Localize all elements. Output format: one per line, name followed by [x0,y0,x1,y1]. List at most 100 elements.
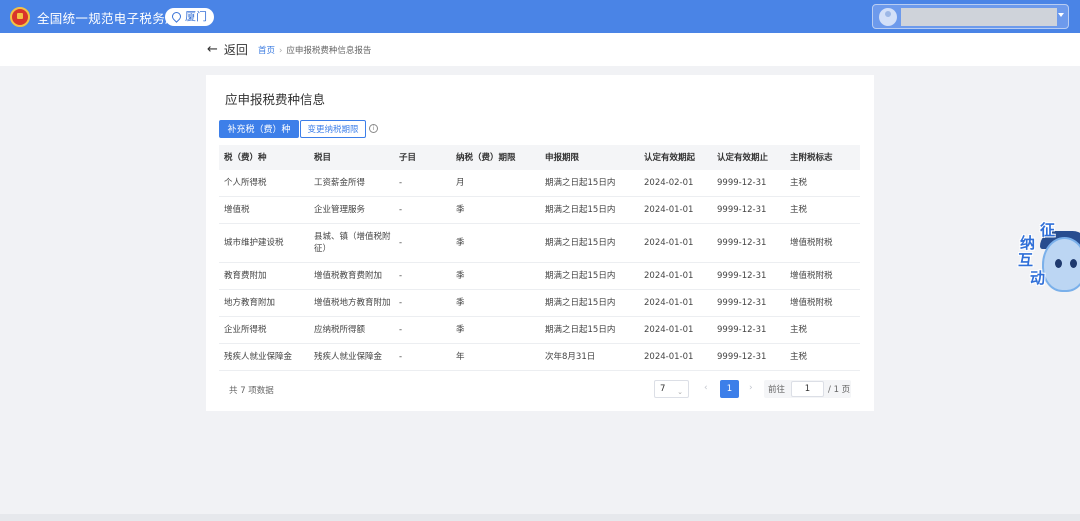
table-row: 教育费附加 增值税教育费附加 - 季 期满之日起15日内 2024-01-01 … [219,263,860,290]
table-cell: 企业所得税 [224,325,267,335]
table-cell: - [399,352,403,362]
table-cell: - [399,205,403,215]
table-row: 地方教育附加 增值税地方教育附加 - 季 期满之日起15日内 2024-01-0… [219,290,860,317]
table-cell: 9999-12-31 [717,238,767,248]
user-menu[interactable] [872,4,1069,29]
user-name-redacted [901,8,1057,26]
table-cell: 季 [456,205,465,215]
table-cell: 增值税附税 [790,238,833,248]
mascot-eye [1070,259,1077,268]
caret-down-icon [1058,13,1064,17]
table-cell: - [399,238,403,248]
table-cell: - [399,298,403,308]
table-cell: - [399,325,403,335]
table-cell: 增值税 [224,205,250,215]
table-cell: 城市维护建设税 [224,238,284,248]
city-selector[interactable]: 厦门 [165,8,214,26]
table-cell: 2024-01-01 [644,238,694,248]
interaction-mascot-widget[interactable]: 征 纳 互 动 [1010,215,1080,295]
table-cell: 残疾人就业保障金 [314,352,383,362]
table-cell: 工资薪金所得 [314,178,366,188]
column-header: 认定有效期止 [717,152,769,163]
column-header: 子目 [399,152,417,163]
column-header: 认定有效期起 [644,152,696,163]
mascot-char: 征 [1040,221,1056,239]
table-cell: 2024-01-01 [644,205,694,215]
table-cell: 教育费附加 [224,271,267,281]
bottom-strip [0,514,1080,521]
supplement-tax-button[interactable]: 补充税（费）种 [219,120,299,138]
table-cell: 季 [456,298,465,308]
table-cell: 地方教育附加 [224,298,276,308]
breadcrumb: 首页 › 应申报税费种信息报告 [258,44,371,56]
table-cell: 主税 [790,352,808,362]
change-period-button[interactable]: 变更纳税期限 [300,120,366,138]
table-cell: 季 [456,271,465,281]
table-cell: 9999-12-31 [717,205,767,215]
table-cell: 个人所得税 [224,178,267,188]
table-cell: 增值税教育费附加 [314,271,383,281]
table-cell: 9999-12-31 [717,298,767,308]
goto-page: 前往 1 / 1 页 [764,380,851,398]
next-page-button[interactable]: › [749,383,753,393]
page-number-current[interactable]: 1 [720,380,739,398]
tax-emblem-icon [10,7,30,27]
back-button[interactable]: ← 返回 [207,41,248,58]
breadcrumb-home[interactable]: 首页 [258,46,275,56]
column-header: 税（费）种 [224,152,267,163]
breadcrumb-separator: › [279,46,283,56]
tax-info-card: 应申报税费种信息 补充税（费）种 变更纳税期限 i 税（费）种 税目 子目 纳税… [206,75,874,411]
table-row: 增值税 企业管理服务 - 季 期满之日起15日内 2024-01-01 9999… [219,197,860,224]
total-pages: / 1 页 [828,385,851,395]
column-header: 纳税（费）期限 [456,152,516,163]
mascot-char: 动 [1030,269,1046,287]
site-brand: 全国统一规范电子税务局 [37,11,178,26]
table-cell: 主税 [790,178,808,188]
goto-label: 前往 [768,385,786,395]
table-cell: 期满之日起15日内 [545,325,616,335]
table-cell: 季 [456,325,465,335]
table-cell: 2024-01-01 [644,352,694,362]
table-cell: 次年8月31日 [545,352,596,362]
total-count: 共 7 项数据 [229,386,274,396]
table-row: 个人所得税 工资薪金所得 - 月 期满之日起15日内 2024-02-01 99… [219,170,860,197]
table-cell: 9999-12-31 [717,352,767,362]
table-row: 企业所得税 应纳税所得额 - 季 期满之日起15日内 2024-01-01 99… [219,317,860,344]
tax-table: 税（费）种 税目 子目 纳税（费）期限 申报期限 认定有效期起 认定有效期止 主… [219,145,860,371]
table-cell: 9999-12-31 [717,178,767,188]
page-size-select[interactable]: 7 ⌄ [654,380,689,398]
table-cell: 月 [456,178,465,188]
chevron-down-icon: ⌄ [677,388,683,396]
sub-header: ← 返回 首页 › 应申报税费种信息报告 [0,33,1080,66]
info-icon[interactable]: i [369,124,378,133]
table-cell: 2024-02-01 [644,178,694,188]
table-cell: 应纳税所得额 [314,325,366,335]
table-cell: 期满之日起15日内 [545,298,616,308]
table-cell: 2024-01-01 [644,325,694,335]
table-cell: 期满之日起15日内 [545,178,616,188]
table-cell: 增值税附税 [790,298,833,308]
page-size-value: 7 [660,384,666,394]
table-header: 税（费）种 税目 子目 纳税（费）期限 申报期限 认定有效期起 认定有效期止 主… [219,145,860,170]
table-cell: 县城、镇（增值税附征） [314,232,391,254]
location-pin-icon [170,10,183,23]
breadcrumb-current: 应申报税费种信息报告 [286,46,372,56]
table-cell: 9999-12-31 [717,271,767,281]
table-row: 残疾人就业保障金 残疾人就业保障金 - 年 次年8月31日 2024-01-01… [219,344,860,371]
table-cell: 主税 [790,325,808,335]
card-title: 应申报税费种信息 [225,92,326,107]
table-cell: 2024-01-01 [644,271,694,281]
table-cell: 增值税地方教育附加 [314,298,391,308]
arrow-left-icon: ← [207,42,218,57]
goto-page-input[interactable]: 1 [791,381,824,397]
top-bar: 全国统一规范电子税务局 厦门 [0,0,1080,33]
table-row: 城市维护建设税 县城、镇（增值税附征） - 季 期满之日起15日内 2024-0… [219,224,860,263]
table-cell: 9999-12-31 [717,325,767,335]
city-label: 厦门 [185,10,207,23]
table-cell: 期满之日起15日内 [545,205,616,215]
table-cell: 主税 [790,205,808,215]
table-cell: 期满之日起15日内 [545,271,616,281]
table-cell: 季 [456,238,465,248]
column-header: 申报期限 [545,152,580,163]
prev-page-button[interactable]: ‹ [704,383,708,393]
